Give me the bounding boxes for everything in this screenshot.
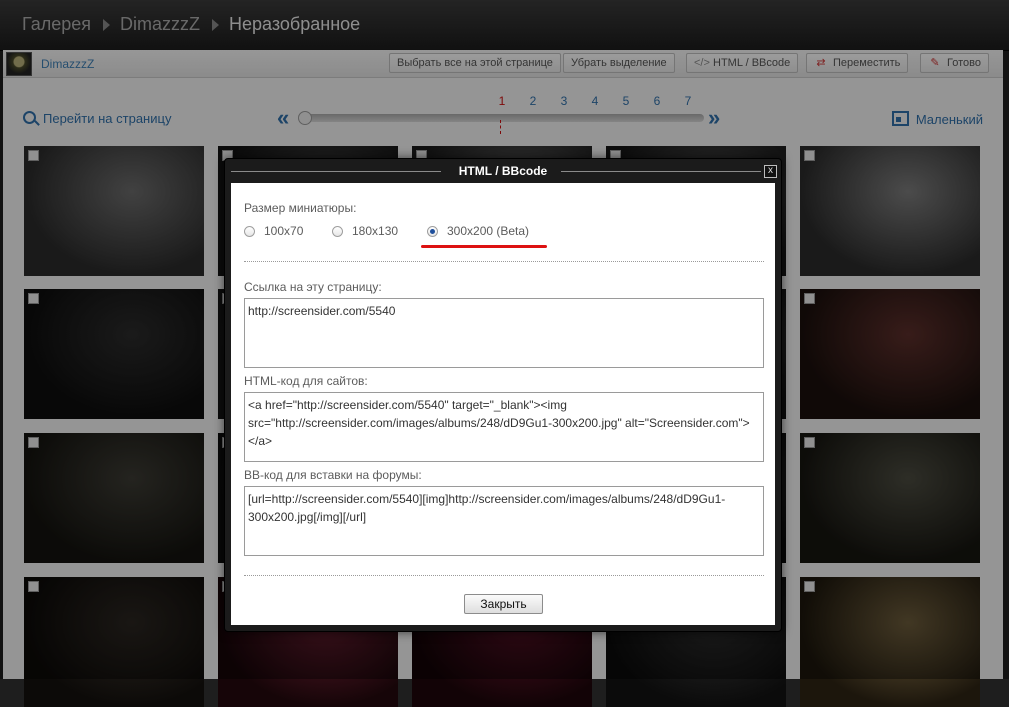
close-button[interactable]: Закрыть (464, 594, 543, 614)
html-bbcode-dialog: HTML / BBcode x Размер миниатюры: 100x70… (224, 158, 782, 632)
radio-selected-icon (427, 226, 438, 237)
size-option-label: 300x200 (Beta) (447, 224, 530, 238)
page-link-label: Ссылка на эту страницу: (244, 280, 382, 294)
size-option-180x130[interactable]: 180x130 (332, 224, 398, 238)
radio-icon (332, 226, 343, 237)
thumb-size-label: Размер миниатюры: (244, 201, 357, 215)
page-link-field[interactable]: http://screensider.com/5540 (244, 298, 764, 368)
dialog-titlebar: HTML / BBcode x (225, 159, 781, 183)
size-option-300x200[interactable]: 300x200 (Beta) (427, 224, 529, 238)
dialog-title: HTML / BBcode (458, 164, 548, 178)
divider (244, 575, 764, 576)
size-option-label: 100x70 (264, 224, 304, 238)
divider (244, 261, 764, 262)
html-code-field[interactable]: <a href="http://screensider.com/5540" ta… (244, 392, 764, 462)
size-option-100x70[interactable]: 100x70 (244, 224, 303, 238)
size-option-label: 180x130 (352, 224, 399, 238)
dialog-body: Размер миниатюры: 100x70 180x130 300x200… (231, 183, 775, 625)
radio-icon (244, 226, 255, 237)
html-code-label: HTML-код для сайтов: (244, 374, 368, 388)
close-icon[interactable]: x (764, 165, 777, 178)
highlight-underline (421, 245, 547, 248)
bb-code-label: BB-код для вставки на форумы: (244, 468, 422, 482)
bb-code-field[interactable]: [url=http://screensider.com/5540][img]ht… (244, 486, 764, 556)
